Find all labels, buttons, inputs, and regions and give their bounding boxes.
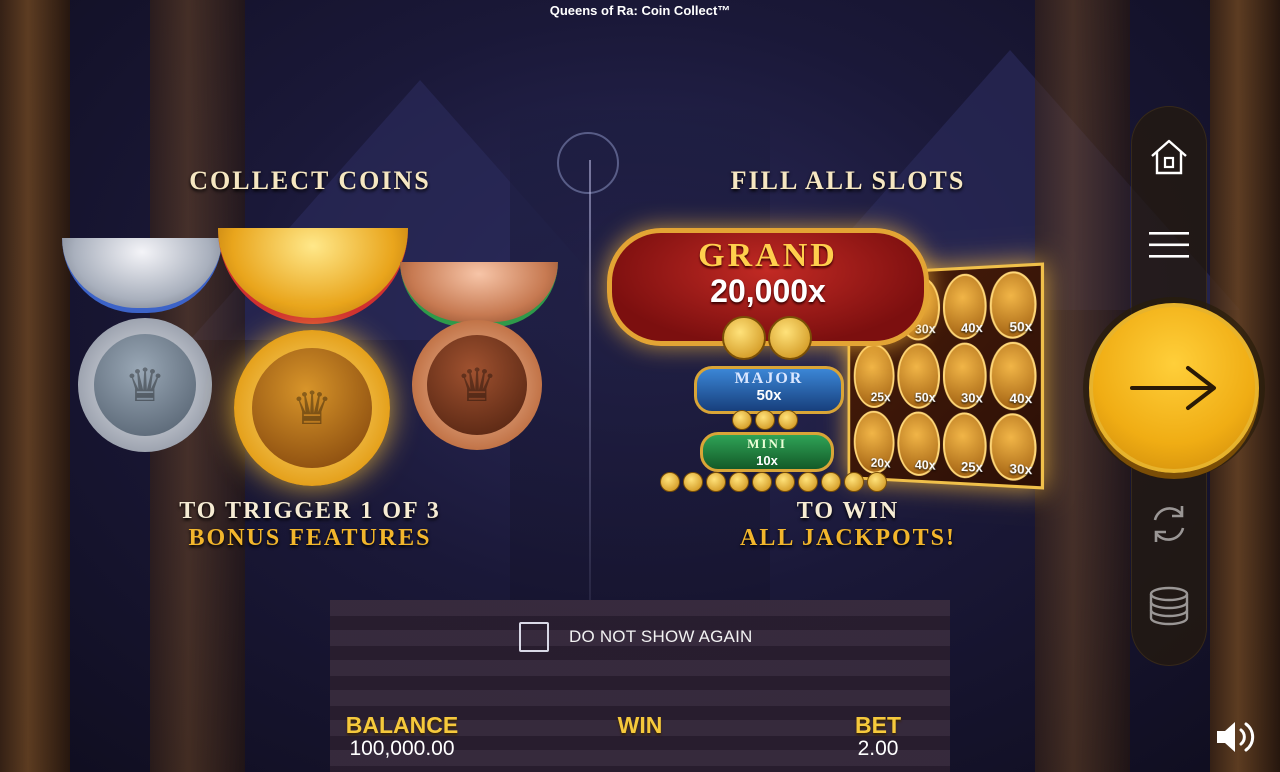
win-display: WIN [540, 713, 740, 738]
reel-cell: 50x [897, 343, 940, 409]
jackpot-coin [775, 472, 795, 492]
continue-button[interactable] [1089, 303, 1259, 473]
mini-jackpot-plaque: MINI 10x [700, 432, 834, 472]
left-caption-line2: BONUS FEATURES [188, 525, 432, 551]
reel-cell: 30x [942, 342, 987, 410]
jackpot-coin [752, 472, 772, 492]
jackpot-coin [755, 410, 775, 430]
queen-portrait-icon: ♛ [94, 334, 196, 436]
fill-all-slots-heading: FILL ALL SLOTS [730, 166, 966, 195]
bet-label: BET [855, 712, 901, 738]
win-label: WIN [617, 712, 663, 738]
major-coin-row [732, 410, 798, 430]
reel-cell: 25x [853, 344, 895, 408]
autoplay-cycle-icon [1153, 506, 1185, 542]
reel-cell: 40x [989, 341, 1037, 411]
major-jackpot-value: 50x [756, 387, 782, 404]
queen-portrait-icon: ♛ [252, 348, 372, 468]
jackpot-coin [867, 472, 887, 492]
right-caption-line1: TO WIN [796, 498, 900, 524]
menu-button[interactable] [1145, 221, 1193, 269]
balance-display: BALANCE 100,000.00 [302, 713, 502, 760]
speaker-icon [1217, 722, 1255, 752]
reel-cell: 40x [942, 272, 987, 341]
divider-ornament [557, 132, 619, 194]
jackpot-coin [722, 316, 766, 360]
pillar-far-left [0, 0, 70, 772]
stake-button[interactable] [1145, 584, 1193, 632]
bet-value: 2.00 [857, 737, 899, 760]
grand-jackpot-plaque: GRAND 20,000x [607, 228, 929, 346]
collect-coins-heading: COLLECT COINS [189, 166, 431, 195]
do-not-show-again-toggle[interactable]: DO NOT SHOW AGAIN [519, 622, 753, 652]
queen-portrait-icon: ♛ [427, 335, 527, 435]
sound-toggle-button[interactable] [1214, 716, 1256, 758]
jackpot-coin [729, 472, 749, 492]
mini-jackpot-value: 10x [756, 453, 778, 468]
jackpot-coin [844, 472, 864, 492]
left-caption-line1: TO TRIGGER 1 OF 3 [179, 498, 441, 524]
jackpot-coin [798, 472, 818, 492]
reel-cell: 25x [942, 411, 987, 480]
home-button[interactable] [1145, 133, 1193, 181]
balance-label: BALANCE [345, 712, 459, 738]
hamburger-menu-icon [1149, 232, 1189, 258]
grand-jackpot-value: 20,000x [710, 273, 826, 309]
reel-cell: 20x [853, 410, 895, 475]
reel-cell: 30x [989, 412, 1037, 482]
jackpot-coin [732, 410, 752, 430]
jackpot-coin [706, 472, 726, 492]
major-jackpot-label: MAJOR [734, 370, 804, 387]
reel-cell: 50x [989, 270, 1037, 340]
left-caption: TO TRIGGER 1 OF 3 BONUS FEATURES [130, 498, 490, 552]
grand-jackpot-label: GRAND [698, 237, 838, 274]
reel-cell: 40x [897, 410, 940, 477]
do-not-show-again-checkbox[interactable] [519, 622, 549, 652]
silver-queen-medallion: ♛ [78, 318, 212, 452]
balance-value: 100,000.00 [349, 737, 455, 760]
bet-display: BET 2.00 [778, 713, 978, 760]
arrow-right-icon [1130, 366, 1216, 410]
bronze-queen-medallion: ♛ [412, 320, 542, 450]
major-jackpot-plaque: MAJOR 50x [694, 366, 844, 414]
right-caption: TO WIN ALL JACKPOTS! [690, 498, 1006, 552]
home-icon [1151, 139, 1187, 175]
jackpot-coin [768, 316, 812, 360]
mini-coin-row [660, 472, 887, 492]
gold-queen-medallion: ♛ [234, 330, 390, 486]
mini-jackpot-label: MINI [747, 436, 787, 451]
coin-stack-icon [1149, 586, 1189, 626]
jackpot-coin [821, 472, 841, 492]
autoplay-button[interactable] [1145, 500, 1193, 548]
right-caption-line2: ALL JACKPOTS! [739, 525, 957, 551]
do-not-show-again-label: DO NOT SHOW AGAIN [569, 627, 753, 646]
jackpot-coin [683, 472, 703, 492]
jackpot-coin [660, 472, 680, 492]
jackpot-coin [778, 410, 798, 430]
game-title: Queens of Ra: Coin Collect™ [549, 3, 731, 18]
panel-divider [589, 160, 591, 600]
